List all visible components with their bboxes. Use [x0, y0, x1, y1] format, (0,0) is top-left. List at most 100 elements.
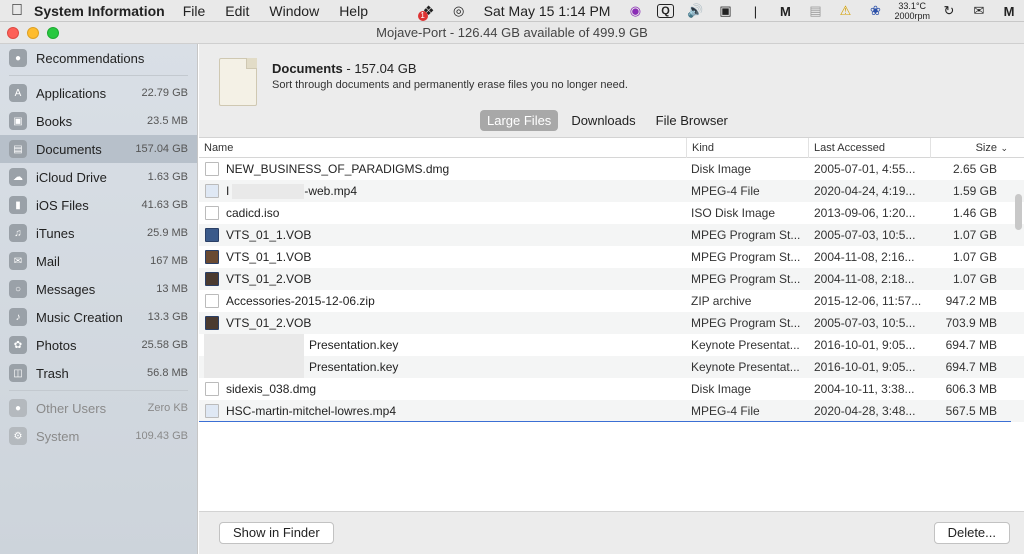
cloud-icon: ☁ [9, 168, 27, 186]
sidebar-item-applications[interactable]: A Applications 22.79 GB [0, 79, 197, 107]
column-header-name[interactable]: Name [199, 138, 687, 158]
file-last-accessed: 2016-10-01, 9:05... [814, 360, 916, 374]
delete-button[interactable]: Delete... [933, 522, 1010, 544]
gear-icon: ⚙ [9, 427, 27, 445]
file-kind: MPEG-4 File [691, 184, 760, 198]
table-row[interactable]: cadicd.iso ISO Disk Image 2013-09-06, 1:… [199, 202, 1024, 224]
sidebar-item-size: 13 MB [156, 283, 188, 295]
tab-file-browser[interactable]: File Browser [649, 110, 735, 131]
more-menu-icon[interactable]: M [998, 3, 1020, 19]
malwarebytes-icon[interactable]: M [774, 3, 796, 19]
fan-status[interactable]: 33.1°C 2000rpm [894, 1, 930, 21]
table-row[interactable]: Accessories-2015-12-06.zip ZIP archive 2… [199, 290, 1024, 312]
menu-help[interactable]: Help [339, 3, 368, 19]
column-header-size[interactable]: Size ⌄ [931, 138, 1011, 158]
file-kind: Disk Image [691, 162, 752, 176]
table-row[interactable]: Presentation.key Keynote Presentat... 20… [199, 356, 1024, 378]
sidebar-item-messages[interactable]: ○ Messages 13 MB [0, 275, 197, 303]
warning-icon[interactable]: ⚠ [834, 3, 856, 19]
show-in-finder-button[interactable]: Show in Finder [219, 522, 334, 544]
sidebar: ● Recommendations A Applications 22.79 G… [0, 44, 198, 554]
minimize-button[interactable] [27, 27, 39, 39]
book-icon: ▣ [9, 112, 27, 130]
sidebar-item-label: Music Creation [36, 309, 123, 325]
sidebar-item-size: 25.9 MB [147, 227, 188, 239]
tab-downloads[interactable]: Downloads [564, 110, 642, 131]
apple-menu-icon[interactable]:  [0, 2, 34, 20]
table-row[interactable]: HSC-martin-mitchel-lowres.mp4 MPEG-4 Fil… [199, 400, 1024, 422]
table-row[interactable]: NEW_BUSINESS_OF_PARADIGMS.dmg Disk Image… [199, 158, 1024, 180]
sidebar-item-documents[interactable]: ▤ Documents 157.04 GB [0, 135, 197, 163]
menu-bar:  System Information File Edit Window He… [0, 0, 1024, 22]
sidebar-item-label: iCloud Drive [36, 169, 107, 185]
storage-window: Mojave-Port - 126.44 GB available of 499… [0, 22, 1024, 554]
file-name: VTS_01_2.VOB [226, 272, 312, 286]
file-last-accessed: 2020-04-28, 3:48... [814, 404, 916, 418]
category-header: Documents - 157.04 GB Sort through docum… [199, 44, 1024, 138]
sidebar-item-trash[interactable]: ◫ Trash 56.8 MB [0, 359, 197, 387]
q-app-icon[interactable]: Q [654, 3, 676, 19]
fan-control-icon[interactable]: ❀ [864, 3, 886, 19]
zoom-button[interactable] [47, 27, 59, 39]
file-kind: Disk Image [691, 382, 752, 396]
sidebar-item-photos[interactable]: ✿ Photos 25.58 GB [0, 331, 197, 359]
category-size: - 157.04 GB [342, 61, 417, 76]
sidebar-divider [9, 390, 188, 391]
creative-cloud-icon[interactable]: ◎ [448, 3, 470, 19]
app-menu[interactable]: System Information [34, 3, 165, 19]
status-tray: ❖ 1 ◎ Sat May 15 1:14 PM ◉ Q 🔊 ▣ | M ▤ ⚠ … [414, 0, 1024, 22]
table-row[interactable]: sidexis_038.dmg Disk Image 2004-10-11, 3… [199, 378, 1024, 400]
file-size: 1.07 GB [952, 272, 997, 286]
sidebar-item-books[interactable]: ▣ Books 23.5 MB [0, 107, 197, 135]
sidebar-item-size: 13.3 GB [147, 311, 188, 323]
speaker-device-icon[interactable]: ▣ [714, 3, 736, 19]
close-button[interactable] [7, 27, 19, 39]
trash-icon: ◫ [9, 364, 27, 382]
sidebar-item-music-creation[interactable]: ♪ Music Creation 13.3 GB [0, 303, 197, 331]
table-row[interactable]: VTS_01_1.VOB MPEG Program St... 2004-11-… [199, 246, 1024, 268]
disk-image-icon [205, 162, 219, 176]
vpn-eye-icon[interactable]: ◉ [624, 3, 646, 19]
menu-file[interactable]: File [183, 3, 206, 19]
documents-folder-icon [219, 58, 257, 106]
car-icon[interactable]: ▤ [804, 3, 826, 19]
title-bar: Mojave-Port - 126.44 GB available of 499… [0, 22, 1024, 44]
refresh-icon[interactable]: ↻ [938, 3, 960, 19]
view-tabs: Large Files Downloads File Browser [480, 110, 735, 131]
sidebar-item-icloud-drive[interactable]: ☁ iCloud Drive 1.63 GB [0, 163, 197, 191]
menu-clock[interactable]: Sat May 15 1:14 PM [484, 3, 611, 19]
file-last-accessed: 2005-07-03, 10:5... [814, 228, 916, 242]
table-row[interactable]: Presentation.key Keynote Presentat... 20… [199, 334, 1024, 356]
table-row[interactable]: I -web.mp4 MPEG-4 File 2020-04-24, 4:19..… [199, 180, 1024, 202]
sidebar-item-recommendations[interactable]: ● Recommendations [0, 44, 197, 72]
chat-app-icon[interactable]: ✉ [968, 3, 990, 19]
file-name: sidexis_038.dmg [226, 382, 317, 396]
file-last-accessed: 2013-09-06, 1:20... [814, 206, 916, 220]
file-size: 947.2 MB [945, 294, 997, 308]
table-row[interactable]: VTS_01_2.VOB MPEG Program St... 2005-07-… [199, 312, 1024, 334]
column-header-size-label: Size [975, 142, 997, 154]
scrollbar-thumb[interactable] [1015, 194, 1022, 230]
column-header-last-accessed[interactable]: Last Accessed [809, 138, 931, 158]
column-header-kind[interactable]: Kind [687, 138, 809, 158]
sidebar-item-mail[interactable]: ✉ Mail 167 MB [0, 247, 197, 275]
dropbox-icon[interactable]: ❖ 1 [417, 3, 440, 21]
sidebar-item-itunes[interactable]: ♫ iTunes 25.9 MB [0, 219, 197, 247]
file-size: 567.5 MB [945, 404, 997, 418]
sidebar-divider [9, 75, 188, 76]
file-size: 694.7 MB [945, 338, 997, 352]
file-kind: MPEG Program St... [691, 228, 801, 242]
sidebar-item-ios-files[interactable]: ▮ iOS Files 41.63 GB [0, 191, 197, 219]
sidebar-item-size: 22.79 GB [141, 87, 188, 99]
file-name-prefix: I [226, 184, 230, 198]
menu-edit[interactable]: Edit [225, 3, 249, 19]
sidebar-item-size: 109.43 GB [135, 430, 188, 442]
table-row[interactable]: VTS_01_1.VOB MPEG Program St... 2005-07-… [199, 224, 1024, 246]
volume-icon[interactable]: 🔊 [684, 3, 706, 19]
sidebar-item-label: Books [36, 113, 73, 129]
menu-window[interactable]: Window [269, 3, 319, 19]
file-list: NEW_BUSINESS_OF_PARADIGMS.dmg Disk Image… [199, 158, 1024, 422]
tab-large-files[interactable]: Large Files [480, 110, 559, 131]
table-row[interactable]: VTS_01_2.VOB MPEG Program St... 2004-11-… [199, 268, 1024, 290]
file-name: cadicd.iso [226, 206, 280, 220]
